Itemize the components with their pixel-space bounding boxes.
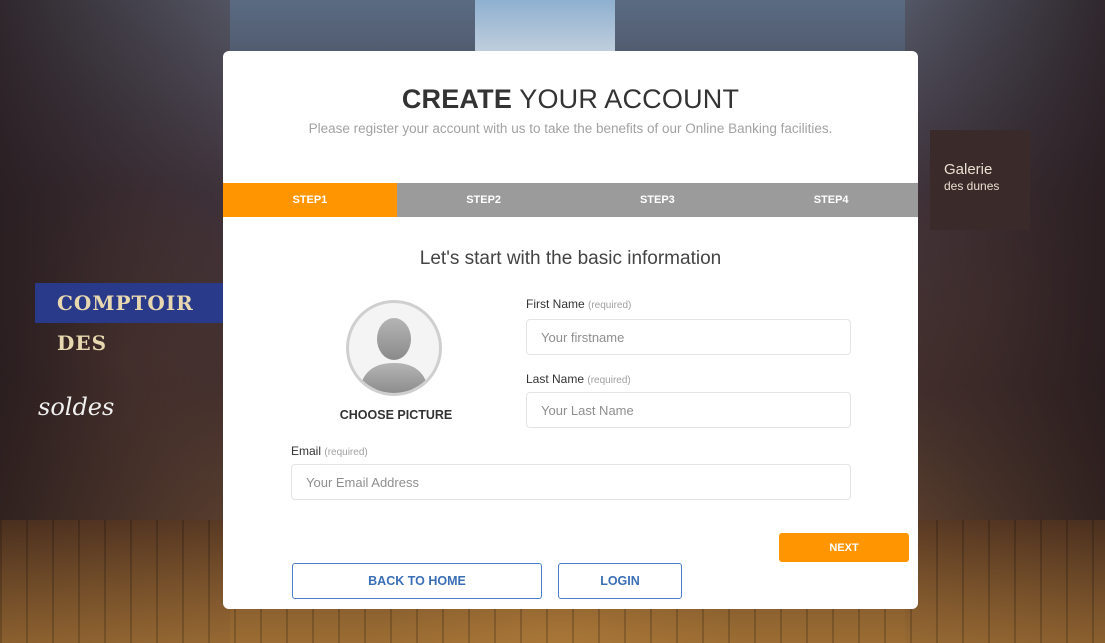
email-required: (required): [324, 447, 368, 458]
background-galerie-sign: Galerie des dunes: [930, 130, 1030, 230]
first-name-label: First Name (required): [526, 297, 631, 311]
step-2[interactable]: STEP2: [397, 183, 571, 217]
avatar-picker[interactable]: [346, 300, 442, 396]
step-progress-bar: STEP1 STEP2 STEP3 STEP4: [223, 183, 918, 217]
last-name-required: (required): [587, 375, 631, 386]
login-button[interactable]: LOGIN: [558, 563, 682, 599]
first-name-label-text: First Name: [526, 297, 585, 311]
back-to-home-button[interactable]: BACK TO HOME: [292, 563, 542, 599]
background-shop-sign: COMPTOIR DES: [35, 283, 225, 355]
first-name-required: (required): [588, 300, 632, 311]
title-bold: CREATE: [401, 84, 513, 114]
choose-picture-label[interactable]: CHOOSE PICTURE: [316, 408, 476, 422]
step-4[interactable]: STEP4: [744, 183, 918, 217]
step-1[interactable]: STEP1: [223, 183, 397, 217]
first-name-input[interactable]: [526, 319, 851, 355]
title-rest: YOUR ACCOUNT: [512, 84, 740, 114]
background-soldes-text: soldes: [38, 393, 115, 421]
step-3[interactable]: STEP3: [571, 183, 745, 217]
galerie-line-1: Galerie: [944, 161, 993, 178]
last-name-label: Last Name (required): [526, 372, 631, 386]
page-title: CREATE YOUR ACCOUNT: [223, 84, 918, 115]
email-label-text: Email: [291, 444, 322, 458]
next-button[interactable]: NEXT: [779, 533, 909, 562]
galerie-line-2: des dunes: [944, 179, 1000, 193]
email-input[interactable]: [291, 464, 851, 500]
registration-card: CREATE YOUR ACCOUNT Please register your…: [223, 51, 918, 609]
last-name-input[interactable]: [526, 392, 851, 428]
last-name-label-text: Last Name: [526, 372, 585, 386]
page-subtitle: Please register your account with us to …: [308, 121, 833, 136]
email-label: Email (required): [291, 444, 368, 458]
section-heading: Let's start with the basic information: [419, 248, 722, 269]
user-avatar-icon: [359, 318, 429, 393]
